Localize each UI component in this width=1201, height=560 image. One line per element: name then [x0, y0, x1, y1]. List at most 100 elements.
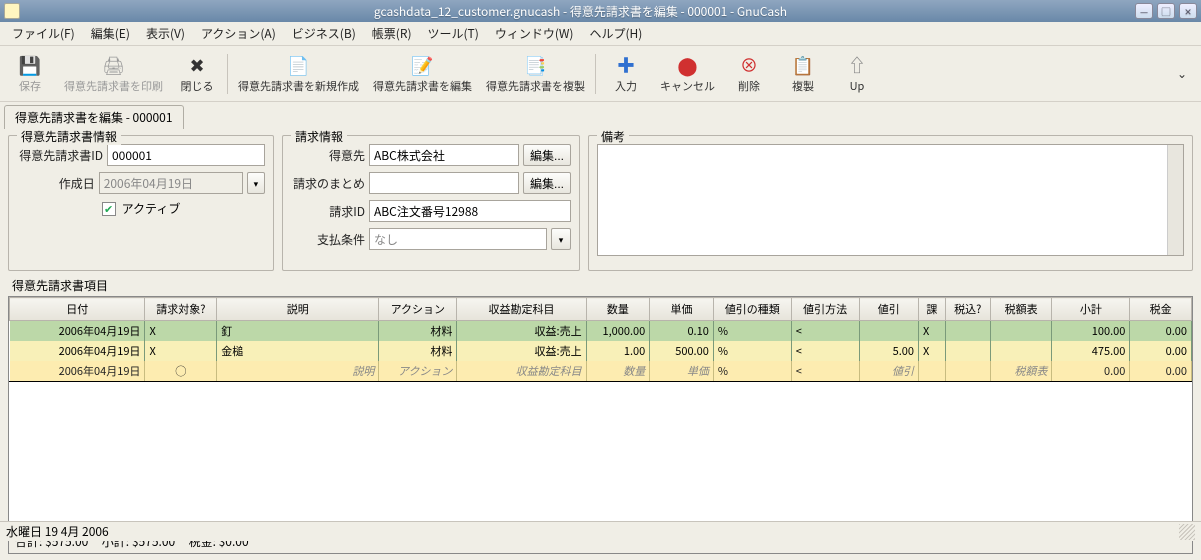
separator — [227, 54, 228, 94]
close-button[interactable]: ✖ 閉じる — [171, 51, 223, 96]
terms-dropdown[interactable]: ▾ — [551, 228, 571, 250]
maximize-button[interactable]: ▢ — [1157, 3, 1175, 19]
invoice-id-input[interactable] — [107, 144, 265, 166]
enter-label: 入力 — [615, 78, 637, 94]
copy-button[interactable]: 📋 複製 — [777, 51, 829, 96]
toolbar: 💾 保存 🖨 得意先請求書を印刷 ✖ 閉じる 📄 得意先請求書を新規作成 📝 得… — [0, 46, 1201, 102]
col-qty[interactable]: 数量 — [586, 298, 650, 321]
edit-icon: 📝 — [411, 53, 435, 77]
terms-label: 支払条件 — [291, 231, 365, 248]
copy-label: 複製 — [792, 78, 814, 94]
save-icon: 💾 — [18, 53, 42, 77]
active-label: アクティブ — [122, 200, 181, 217]
delete-button[interactable]: ⊗ 削除 — [723, 51, 775, 96]
menu-tools[interactable]: ツール(T) — [420, 22, 487, 45]
save-button: 💾 保存 — [4, 51, 56, 96]
app-icon — [4, 3, 20, 19]
notes-scrollbar[interactable] — [1167, 145, 1183, 255]
col-desc[interactable]: 説明 — [217, 298, 379, 321]
panel-billing-info: 請求情報 得意先 編集... 請求のまとめ 編集... 請求ID 支払条件 ▾ — [282, 135, 580, 271]
entries-table[interactable]: 日付 請求対象? 説明 アクション 収益勘定科目 数量 単価 値引の種類 値引方… — [9, 297, 1192, 381]
tab-invoice[interactable]: 得意先請求書を編集 - 000001 — [4, 105, 184, 129]
customer-edit-button[interactable]: 編集... — [523, 144, 571, 166]
enter-icon: ✚ — [614, 53, 638, 77]
cancel-button[interactable]: ⬤ キャンセル — [654, 51, 721, 96]
copy-icon: 📋 — [791, 53, 815, 77]
window-title: gcashdata_12_customer.gnucash - 得意先請求書を編… — [26, 3, 1135, 20]
new-icon: 📄 — [287, 53, 311, 77]
invoice-legend: 得意先請求書情報 — [17, 128, 121, 145]
active-checkbox[interactable]: ✔ — [102, 202, 116, 216]
print-icon: 🖨 — [102, 53, 126, 77]
toolbar-overflow[interactable]: ⌄ — [1167, 65, 1197, 82]
edit-invoice-button[interactable]: 📝 得意先請求書を編集 — [367, 51, 478, 96]
up-icon: ⇧ — [845, 53, 869, 77]
customer-input[interactable] — [369, 144, 519, 166]
panel-notes: 備考 — [588, 135, 1193, 271]
status-date: 水曜日 19 4月 2006 — [6, 523, 109, 540]
col-action[interactable]: アクション — [379, 298, 457, 321]
col-taxable[interactable]: 課 — [919, 298, 946, 321]
duplicate-invoice-button[interactable]: 📑 得意先請求書を複製 — [480, 51, 591, 96]
col-date[interactable]: 日付 — [10, 298, 145, 321]
menu-file[interactable]: ファイル(F) — [4, 22, 83, 45]
menu-windows[interactable]: ウィンドウ(W) — [487, 22, 582, 45]
new-label: 得意先請求書を新規作成 — [238, 78, 359, 94]
close-label: 閉じる — [181, 78, 214, 94]
summary-label: 請求のまとめ — [291, 175, 365, 192]
terms-input[interactable] — [369, 228, 547, 250]
menu-business[interactable]: ビジネス(B) — [284, 22, 364, 45]
close-window-button[interactable]: ✕ — [1179, 3, 1197, 19]
enter-button[interactable]: ✚ 入力 — [600, 51, 652, 96]
table-row[interactable]: 2006年04月19日 X 金槌 材料 収益:売上 1.00 500.00 % … — [10, 341, 1192, 361]
cancel-icon: ⬤ — [676, 53, 700, 77]
table-empty-space — [9, 381, 1192, 529]
menu-view[interactable]: 表示(V) — [138, 22, 193, 45]
notes-legend: 備考 — [597, 128, 629, 145]
statusbar: 水曜日 19 4月 2006 — [0, 521, 1201, 541]
date-dropdown[interactable]: ▾ — [247, 172, 265, 194]
menu-reports[interactable]: 帳票(R) — [364, 22, 420, 45]
notes-textarea[interactable] — [597, 144, 1184, 256]
menu-actions[interactable]: アクション(A) — [193, 22, 284, 45]
titlebar: gcashdata_12_customer.gnucash - 得意先請求書を編… — [0, 0, 1201, 22]
col-disc-type[interactable]: 値引の種類 — [713, 298, 791, 321]
separator — [595, 54, 596, 94]
save-label: 保存 — [19, 78, 41, 94]
customer-label: 得意先 — [291, 147, 365, 164]
summary-edit-button[interactable]: 編集... — [523, 172, 571, 194]
col-disc-how[interactable]: 値引方法 — [791, 298, 859, 321]
up-button[interactable]: ⇧ Up — [831, 51, 883, 96]
col-billable[interactable]: 請求対象? — [145, 298, 217, 321]
col-taxinc[interactable]: 税込? — [945, 298, 990, 321]
resize-grip[interactable] — [1179, 524, 1195, 540]
print-label: 得意先請求書を印刷 — [64, 78, 163, 94]
entries-table-container: 日付 請求対象? 説明 アクション 収益勘定科目 数量 単価 値引の種類 値引方… — [8, 296, 1193, 554]
col-subtotal[interactable]: 小計 — [1052, 298, 1130, 321]
dup-label: 得意先請求書を複製 — [486, 78, 585, 94]
col-discount[interactable]: 値引 — [859, 298, 919, 321]
table-input-row[interactable]: 2006年04月19日 ◯ 説明 アクション 収益勘定科目 数量 単価 % < … — [10, 361, 1192, 381]
dup-icon: 📑 — [524, 53, 548, 77]
up-label: Up — [850, 78, 865, 94]
table-header-row: 日付 請求対象? 説明 アクション 収益勘定科目 数量 単価 値引の種類 値引方… — [10, 298, 1192, 321]
new-invoice-button[interactable]: 📄 得意先請求書を新規作成 — [232, 51, 365, 96]
tab-row: 得意先請求書を編集 - 000001 — [0, 102, 1201, 129]
entries-label: 得意先請求書項目 — [8, 277, 1193, 294]
billing-legend: 請求情報 — [291, 128, 347, 145]
col-taxtable[interactable]: 税額表 — [990, 298, 1052, 321]
minimize-button[interactable]: — — [1135, 3, 1153, 19]
billid-input[interactable] — [369, 200, 571, 222]
menu-help[interactable]: ヘルプ(H) — [581, 22, 650, 45]
menu-edit[interactable]: 編集(E) — [83, 22, 138, 45]
col-tax[interactable]: 税金 — [1130, 298, 1192, 321]
menubar: ファイル(F) 編集(E) 表示(V) アクション(A) ビジネス(B) 帳票(… — [0, 22, 1201, 46]
col-price[interactable]: 単価 — [650, 298, 714, 321]
date-label: 作成日 — [17, 175, 95, 192]
content: 得意先請求書情報 得意先請求書ID 作成日 ▾ ✔ アクティブ 請求情報 得意先… — [0, 129, 1201, 560]
summary-input[interactable] — [369, 172, 519, 194]
table-row[interactable]: 2006年04月19日 X 釘 材料 収益:売上 1,000.00 0.10 %… — [10, 321, 1192, 342]
invoice-id-label: 得意先請求書ID — [17, 147, 103, 164]
close-icon: ✖ — [185, 53, 209, 77]
col-account[interactable]: 収益勘定科目 — [457, 298, 586, 321]
